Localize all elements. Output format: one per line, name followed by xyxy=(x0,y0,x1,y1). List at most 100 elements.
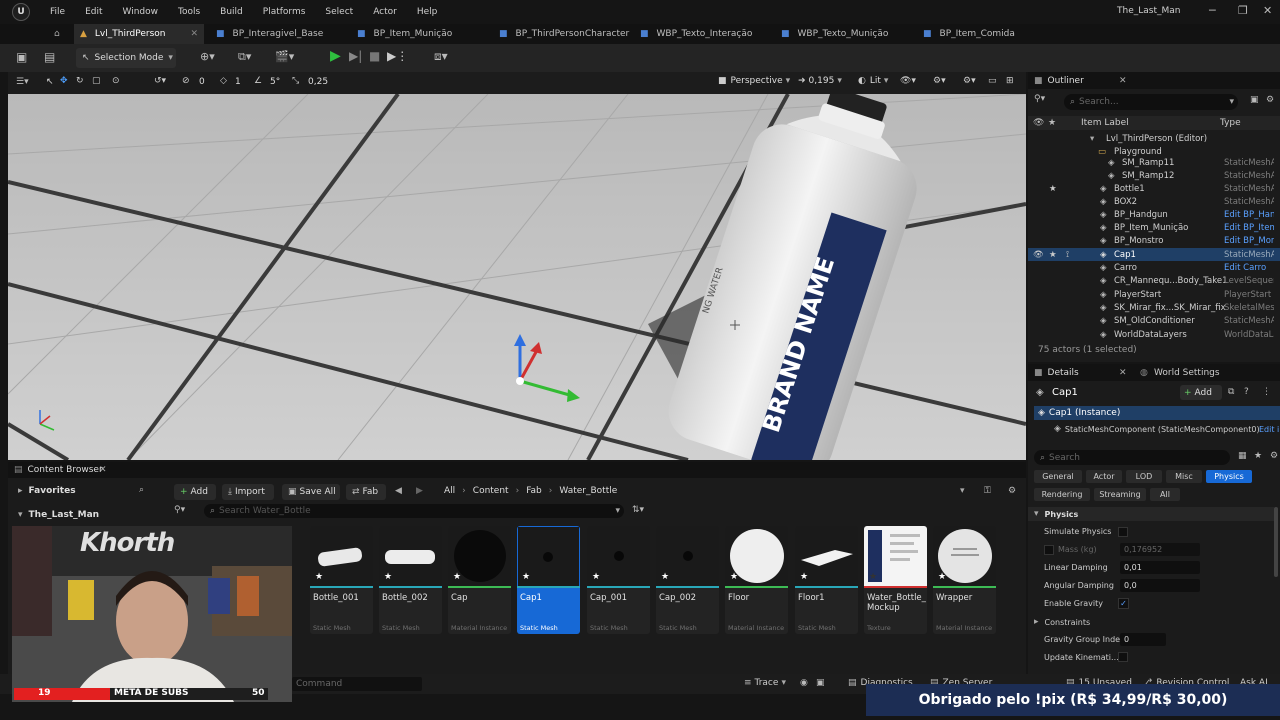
filter-icon[interactable]: ⚲▾ xyxy=(174,505,185,515)
settings-icon[interactable]: ⚙ xyxy=(1266,95,1274,105)
select-tool-icon[interactable]: ↖ xyxy=(46,77,54,87)
more-icon[interactable]: ⋮ xyxy=(1262,387,1271,397)
static-mesh-component-row[interactable]: ◈ StaticMeshComponent (StaticMeshCompone… xyxy=(1054,422,1280,436)
close-window-icon[interactable]: ✕ xyxy=(1263,4,1272,17)
update-kinematic-checkbox[interactable] xyxy=(1118,652,1128,662)
import-button[interactable]: ⤓ Import xyxy=(222,484,274,500)
layout-icon[interactable]: ▭ xyxy=(988,76,997,86)
add-button[interactable]: + Add xyxy=(174,484,216,500)
translate-tool-icon[interactable]: ✥ xyxy=(60,76,68,86)
menu-help[interactable]: Help xyxy=(417,7,438,17)
constraints-row[interactable]: ▸ Constraints xyxy=(1034,617,1090,627)
physics-section-header[interactable]: ▾ Physics xyxy=(1028,507,1274,521)
outliner-title[interactable]: Outliner xyxy=(1048,76,1084,86)
stop-icon[interactable]: ■ xyxy=(369,49,380,63)
perspective-dropdown[interactable]: ■ Perspective ▾ xyxy=(718,76,790,86)
save-all-button[interactable]: ▣ Save All xyxy=(282,484,340,500)
star-icon[interactable]: ★ xyxy=(1254,451,1262,461)
scale-snap-value[interactable]: 0,25 xyxy=(308,77,328,87)
lit-dropdown[interactable]: ◐ Lit ▾ xyxy=(858,76,888,86)
outliner-row[interactable]: ◈ PlayerStart PlayerStart xyxy=(1028,288,1280,301)
scalability-icon[interactable]: ⚙▾ xyxy=(933,76,946,86)
scale-tool-icon[interactable]: ▢ xyxy=(92,76,101,86)
tab-wbp-texto-interacao[interactable]: ■ WBP_Texto_Interação xyxy=(640,24,752,44)
screenshot-icon[interactable]: ▣ xyxy=(816,678,825,688)
menu-select[interactable]: Select xyxy=(325,7,353,17)
filter-actor[interactable]: Actor xyxy=(1086,470,1122,483)
filter-misc[interactable]: Misc xyxy=(1166,470,1202,483)
angle-snap-value[interactable]: 5° xyxy=(270,77,280,87)
asset-tile[interactable]: ★ Floor1 Static Mesh xyxy=(795,526,858,634)
outliner-row[interactable]: ◈CR_Mannequ...Body_Take1LevelSequenceAct… xyxy=(1028,274,1280,287)
tab-lvl-thirdperson[interactable]: ▲ Lvl_ThirdPerson ✕ xyxy=(74,24,204,44)
mass-override-checkbox[interactable] xyxy=(1044,545,1054,555)
selection-mode-dropdown[interactable]: ↖ Selection Mode ▾ xyxy=(76,48,176,68)
sort-icon[interactable]: ⇅▾ xyxy=(632,505,644,515)
fab-button[interactable]: ⇄ Fab xyxy=(346,484,386,500)
maximize-viewport-icon[interactable]: ⊞ xyxy=(1006,76,1014,86)
maximize-icon[interactable]: ❐ xyxy=(1238,4,1248,17)
outliner-row[interactable]: ◈SM_Ramp11StaticMeshActor xyxy=(1028,156,1280,169)
launch-icon[interactable]: ▶⋮ xyxy=(387,49,408,63)
menu-edit[interactable]: Edit xyxy=(85,7,102,17)
home-icon[interactable]: ⌂ xyxy=(54,24,74,44)
blueprint-icon[interactable]: ⧉ xyxy=(1228,387,1234,397)
play-icon[interactable]: ▶ xyxy=(330,48,341,64)
simulate-physics-checkbox[interactable] xyxy=(1118,527,1128,537)
project-root-folder[interactable]: ▾ The_Last_Man xyxy=(18,510,99,520)
outliner-row[interactable]: ◈SM_Ramp12StaticMeshActor xyxy=(1028,169,1280,182)
close-icon[interactable]: ✕ xyxy=(99,465,107,475)
linear-damping-input[interactable]: 0,01 xyxy=(1120,561,1200,574)
grid-view-icon[interactable]: ▦ xyxy=(1238,451,1247,461)
asset-tile[interactable]: ★ Bottle_002 Static Mesh xyxy=(379,526,442,634)
cinematics-icon[interactable]: 🎬▾ xyxy=(275,50,294,63)
angle-snap-icon[interactable]: ∠ xyxy=(254,76,262,86)
command-input[interactable]: Command xyxy=(292,677,422,691)
tab-details[interactable]: Details xyxy=(1048,368,1079,378)
tab-bp-thirdpersoncharacter[interactable]: ■ BP_ThirdPersonCharacter xyxy=(499,24,629,44)
scale-snap-icon[interactable]: ⤡ xyxy=(292,76,299,86)
enable-gravity-checkbox[interactable]: ✓ xyxy=(1118,598,1129,609)
tab-bp-interagivel[interactable]: ■ BP_Interagivel_Base xyxy=(216,24,323,44)
close-icon[interactable]: ✕ xyxy=(1119,368,1127,378)
surface-snap-icon[interactable]: ↺▾ xyxy=(154,76,166,86)
search-icon[interactable]: ⌕ xyxy=(139,485,144,495)
outliner-row[interactable]: ▾ Lvl_ThirdPerson (Editor) xyxy=(1028,132,1280,145)
help-icon[interactable]: ? xyxy=(1244,387,1249,397)
browse-icon[interactable]: ▤ xyxy=(44,50,55,64)
coord-space-icon[interactable]: ⊙ xyxy=(112,76,120,86)
back-icon[interactable]: ◀ xyxy=(395,486,402,496)
menu-tools[interactable]: Tools xyxy=(178,7,200,17)
unreal-logo-icon[interactable]: U xyxy=(12,3,30,21)
grid-snap-icon[interactable]: ⊘ xyxy=(182,76,190,86)
outliner-row[interactable]: ◈ Carro Edit Carro xyxy=(1028,261,1280,274)
tab-bp-item-municao[interactable]: ■ BP_Item_Munição xyxy=(357,24,452,44)
settings-icon[interactable]: ⚙ xyxy=(1008,486,1016,496)
trace-dropdown[interactable]: ≡ Trace ▾ xyxy=(744,678,786,688)
details-scrollbar[interactable] xyxy=(1274,507,1278,577)
rotate-tool-icon[interactable]: ↻ xyxy=(76,76,84,86)
lock-icon[interactable]: ⚿ xyxy=(984,486,991,496)
asset-tile[interactable]: ★ Floor Material Instance xyxy=(725,526,788,634)
add-actor-icon[interactable]: ⊕▾ xyxy=(200,50,215,63)
level-viewport[interactable]: BRAND NAME NG WATER xyxy=(8,94,1026,460)
tab-bp-item-comida[interactable]: ■ BP_Item_Comida xyxy=(923,24,1015,44)
record-icon[interactable]: ◉ xyxy=(800,678,808,688)
minimize-icon[interactable]: ─ xyxy=(1209,4,1216,17)
viewport-menu-icon[interactable]: ☰▾ xyxy=(16,77,29,87)
details-search-input[interactable]: ⌕ Search xyxy=(1034,450,1230,465)
close-tab-icon[interactable]: ✕ xyxy=(190,29,198,39)
actor-name[interactable]: Cap1 xyxy=(1052,387,1078,398)
save-icon[interactable]: ▣ xyxy=(16,50,27,64)
component-instance-row[interactable]: ◈ Cap1 (Instance) xyxy=(1034,406,1280,420)
filter-streaming[interactable]: Streaming xyxy=(1094,488,1146,501)
asset-tile[interactable]: ★ Water_Bottle_ Mockup Texture xyxy=(864,526,927,634)
step-icon[interactable]: ▶| xyxy=(349,49,362,63)
filter-general[interactable]: General xyxy=(1034,470,1082,483)
outliner-row[interactable]: ◈WorldDataLayersWorldDataLayers xyxy=(1028,328,1280,341)
menu-window[interactable]: Window xyxy=(123,7,159,17)
settings-icon[interactable]: ⚙▾ xyxy=(963,76,976,86)
camera-speed-dropdown[interactable]: ➜ 0,195 ▾ xyxy=(798,76,842,86)
asset-tile[interactable]: ★ Cap Material Instance xyxy=(448,526,511,634)
outliner-row-selected[interactable]: 👁★⟟◈Cap1StaticMeshActor xyxy=(1028,248,1280,261)
